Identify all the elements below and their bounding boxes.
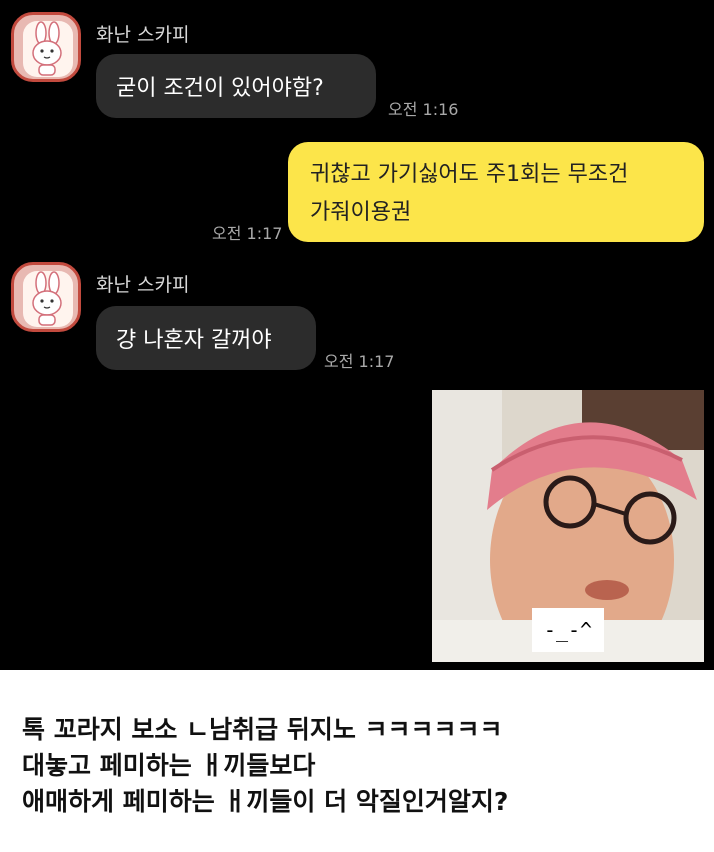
chat-screen: 화난 스카피 굳이 조건이 있어야함? 오전 1:16 오전 1:17 귀찮고 … xyxy=(0,0,714,670)
message-text: 굳이 조건이 있어야함? xyxy=(116,76,324,101)
message-text-line: 가줘이용권 xyxy=(310,200,412,225)
post-line: 대놓고 페미하는 ㅐ끼들보다 xyxy=(22,751,316,780)
profile-avatar[interactable] xyxy=(11,12,81,82)
message-time: 오전 1:16 xyxy=(388,100,459,119)
outgoing-message-bubble[interactable]: 귀찮고 가기싫어도 주1회는 무조건 가줘이용권 xyxy=(288,142,704,242)
incoming-message-bubble[interactable]: 굳이 조건이 있어야함? xyxy=(96,54,376,118)
message-text: 걍 나혼자 갈꺼야 xyxy=(116,328,272,353)
rabbit-icon xyxy=(32,21,62,76)
sender-name: 화난 스카피 xyxy=(96,274,190,296)
message-time: 오전 1:17 xyxy=(212,224,283,243)
photo-caption: -_-^ xyxy=(532,608,604,652)
incoming-message-bubble[interactable]: 걍 나혼자 갈꺼야 xyxy=(96,306,316,370)
reaction-photo[interactable]: -_-^ xyxy=(432,390,704,662)
post-line: 톡 꼬라지 보소 ㄴ남취급 뒤지노 ㅋㅋㅋㅋㅋㅋ xyxy=(22,715,503,744)
profile-avatar[interactable] xyxy=(11,262,81,332)
sender-name: 화난 스카피 xyxy=(96,24,190,46)
rabbit-icon xyxy=(32,271,62,326)
post-line: 애매하게 페미하는 ㅐ끼들이 더 악질인거알지? xyxy=(22,787,509,816)
post-text: 톡 꼬라지 보소 ㄴ남취급 뒤지노 ㅋㅋㅋㅋㅋㅋ 대놓고 페미하는 ㅐ끼들보다 … xyxy=(22,712,702,820)
message-text-line: 귀찮고 가기싫어도 주1회는 무조건 xyxy=(310,162,629,187)
message-time: 오전 1:17 xyxy=(324,352,395,371)
